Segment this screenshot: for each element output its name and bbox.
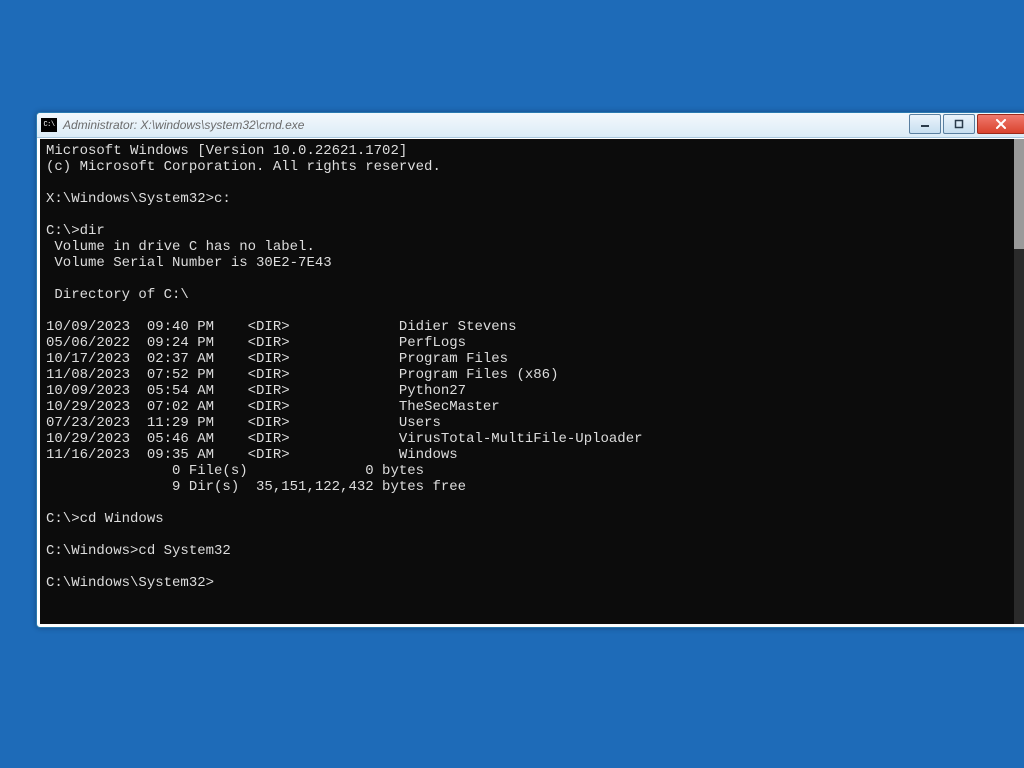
scrollbar-thumb[interactable] bbox=[1014, 139, 1024, 249]
terminal-output[interactable]: Microsoft Windows [Version 10.0.22621.17… bbox=[40, 139, 1024, 624]
close-button[interactable] bbox=[977, 114, 1024, 134]
minimize-button[interactable] bbox=[909, 114, 941, 134]
window-title: Administrator: X:\windows\system32\cmd.e… bbox=[63, 118, 304, 132]
cmd-window: Administrator: X:\windows\system32\cmd.e… bbox=[36, 112, 1024, 628]
titlebar[interactable]: Administrator: X:\windows\system32\cmd.e… bbox=[37, 113, 1024, 138]
window-controls bbox=[909, 114, 1024, 134]
client-area: Microsoft Windows [Version 10.0.22621.17… bbox=[40, 139, 1024, 624]
maximize-button[interactable] bbox=[943, 114, 975, 134]
cmd-icon bbox=[41, 118, 57, 132]
scrollbar-track[interactable] bbox=[1014, 139, 1024, 624]
